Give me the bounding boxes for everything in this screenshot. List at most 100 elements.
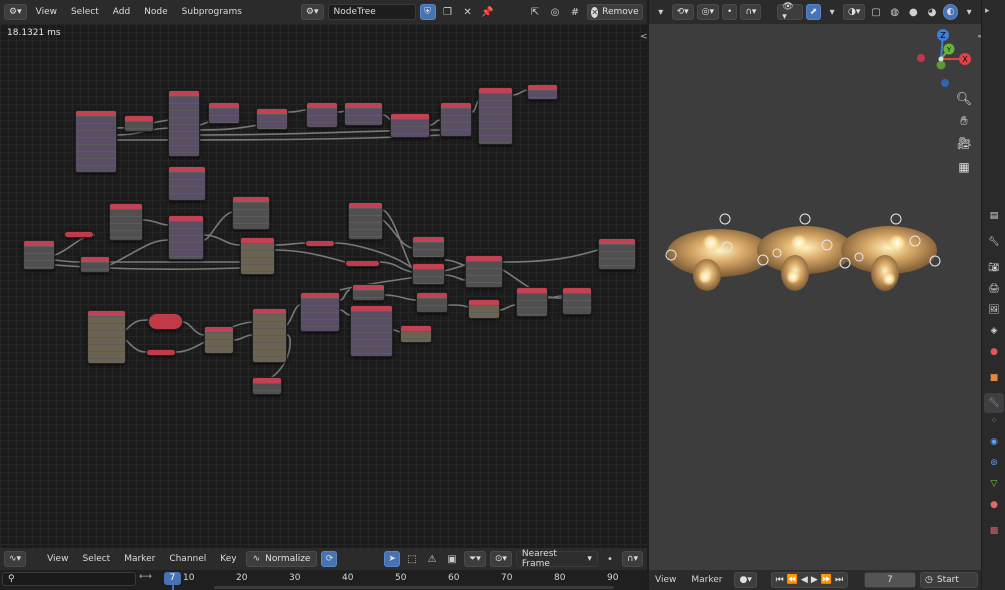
modifier-wrench-icon[interactable]: 🔧︎ [984, 393, 1004, 413]
viewport-3d[interactable]: ▾ ⟲▾ ◎▾ • ∩▾ 👁▾ ⬈ ▾ ◑▾ ▢ ◍ ● ◕ ◐ ▾ < X Z… [649, 0, 981, 570]
node[interactable] [168, 166, 206, 201]
pan-hand-icon[interactable]: ✋︎ [955, 114, 973, 132]
solid-shading-icon[interactable]: ● [906, 4, 922, 20]
node-frame-pill[interactable] [148, 313, 183, 330]
sidebar-toggle-icon[interactable]: < [977, 32, 981, 42]
perspective-grid-icon[interactable]: ▦ [955, 160, 973, 178]
current-frame-badge[interactable]: 7 [164, 572, 181, 585]
menu-key[interactable]: Key [215, 554, 241, 564]
node-reroute-pill[interactable] [345, 260, 380, 267]
node[interactable] [478, 87, 513, 145]
horizontal-scrollbar[interactable] [214, 586, 614, 589]
node[interactable] [468, 299, 500, 319]
node[interactable] [204, 326, 234, 354]
record-icon[interactable]: ●▾ [734, 572, 757, 588]
proportional-icon[interactable]: • [602, 551, 618, 567]
filter-icon[interactable]: ⏷▾ [464, 551, 486, 567]
menu-view[interactable]: View [42, 554, 73, 564]
node[interactable] [109, 203, 143, 241]
falloff-icon[interactable]: ∩▾ [740, 4, 762, 20]
transform-orientation-icon[interactable]: ⟲▾ [671, 4, 694, 20]
node[interactable] [256, 108, 288, 130]
play-reverse-icon[interactable]: ◀ [801, 575, 808, 585]
node[interactable] [208, 102, 240, 124]
node[interactable] [400, 325, 432, 343]
node[interactable] [87, 310, 126, 364]
node[interactable] [168, 215, 204, 260]
data-icon[interactable]: ▽ [986, 479, 1002, 495]
jump-end-icon[interactable]: ⏭ [835, 575, 843, 585]
play-icon[interactable]: ▶ [811, 575, 818, 585]
overlay-icon[interactable]: ▣ [444, 551, 460, 567]
chevron-down-icon[interactable]: ▾ [961, 4, 977, 20]
chevron-down-icon[interactable]: ▾ [824, 4, 840, 20]
node[interactable] [390, 113, 430, 138]
view-layer-icon[interactable]: 🖼︎ [986, 305, 1002, 321]
world-icon[interactable]: ● [986, 347, 1002, 363]
refresh-icon[interactable]: ⟳ [321, 551, 338, 567]
node-editor[interactable]: ⚙ ▾ View Select Add Node Subprograms ⚙ ▾ N… [0, 0, 647, 548]
jump-start-icon[interactable]: ⏮ [776, 575, 784, 585]
menu-marker[interactable]: Marker [119, 554, 160, 564]
channel-search-input[interactable]: ⚲ [2, 572, 136, 586]
node[interactable] [232, 196, 270, 230]
zoom-icon[interactable]: 🔍︎ [955, 92, 973, 110]
tool-icon[interactable]: 🔧︎ [986, 237, 1002, 253]
node[interactable] [516, 287, 548, 317]
node[interactable] [124, 115, 154, 132]
node[interactable] [240, 237, 275, 275]
object-icon[interactable]: ■ [986, 373, 1002, 389]
constraints-icon[interactable]: ⊚ [986, 458, 1002, 474]
material-icon[interactable]: ● [986, 500, 1002, 516]
node[interactable] [465, 255, 503, 288]
node[interactable] [412, 236, 445, 258]
rendered-shading-icon[interactable]: ◐ [942, 4, 959, 20]
physics-icon[interactable]: ◉ [986, 437, 1002, 453]
gizmo-icon[interactable]: ⬈ [805, 4, 822, 20]
normalize-toggle[interactable]: ∿ Normalize [245, 551, 318, 567]
node[interactable] [348, 202, 383, 240]
texture-icon[interactable]: ▩ [986, 526, 1002, 542]
node-reroute-pill[interactable] [305, 240, 335, 247]
editor-type-button[interactable]: ∿ ▾ [4, 551, 27, 567]
next-keyframe-icon[interactable]: ⏩ [821, 575, 832, 585]
material-shading-icon[interactable]: ◕ [924, 4, 940, 20]
navigation-gizmo[interactable]: X Z Y [913, 27, 977, 87]
node[interactable] [412, 263, 445, 285]
node[interactable] [300, 292, 340, 332]
node[interactable] [527, 84, 558, 100]
wireframe-shading-icon[interactable]: ◍ [887, 4, 903, 20]
visibility-icon[interactable]: 👁▾ [777, 2, 803, 22]
node[interactable] [350, 305, 393, 357]
scene-icon[interactable]: ◈ [986, 326, 1002, 342]
node[interactable] [252, 377, 282, 395]
render-icon[interactable]: 📷︎ [986, 263, 1002, 279]
box-select-icon[interactable]: ⬚ [404, 551, 420, 567]
xray-icon[interactable]: ▢ [868, 4, 884, 20]
node-reroute-pill[interactable] [64, 231, 94, 238]
chevron-down-icon[interactable]: ▾ [653, 4, 669, 20]
start-frame-field[interactable]: ◷ Start [920, 572, 978, 588]
menu-channel[interactable]: Channel [164, 554, 211, 564]
node[interactable] [416, 292, 448, 313]
output-icon[interactable]: 🖨︎ [986, 284, 1002, 300]
node[interactable] [75, 110, 117, 173]
menu-marker[interactable]: Marker [683, 575, 730, 585]
warning-icon[interactable]: ⚠ [424, 551, 440, 567]
camera-icon[interactable]: 🎥︎ [955, 136, 973, 154]
falloff-icon[interactable]: ∩▾ [621, 551, 643, 567]
node[interactable] [562, 287, 592, 315]
cursor-icon[interactable]: ➤ [384, 551, 401, 567]
node[interactable] [344, 102, 383, 126]
current-frame-field[interactable]: 7 [863, 572, 917, 588]
node[interactable] [168, 90, 200, 157]
node[interactable] [80, 256, 110, 273]
resize-arrows-icon[interactable]: ⟷ [139, 572, 152, 582]
particles-icon[interactable]: ⁘ [986, 416, 1002, 432]
node[interactable] [440, 102, 472, 137]
node[interactable] [252, 308, 287, 363]
node[interactable] [23, 240, 55, 270]
node[interactable] [598, 238, 636, 270]
menu-select[interactable]: Select [77, 554, 115, 564]
node-reroute-pill[interactable] [146, 349, 176, 356]
